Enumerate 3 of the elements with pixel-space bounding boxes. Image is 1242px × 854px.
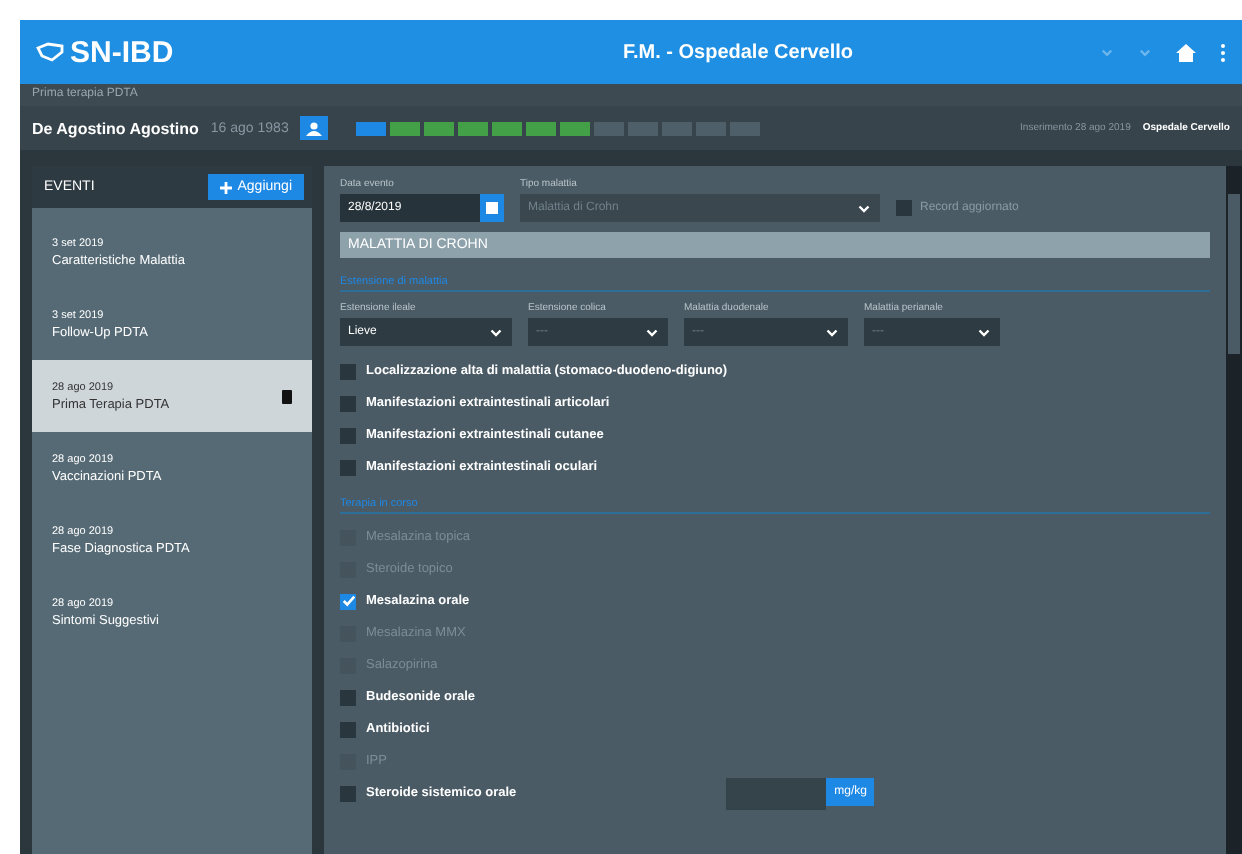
window-title: F.M. - Ospedale Cervello: [622, 41, 854, 63]
patient-name: De Agostino Agostino: [32, 119, 199, 137]
app-logo: SN-IBD: [70, 35, 174, 69]
